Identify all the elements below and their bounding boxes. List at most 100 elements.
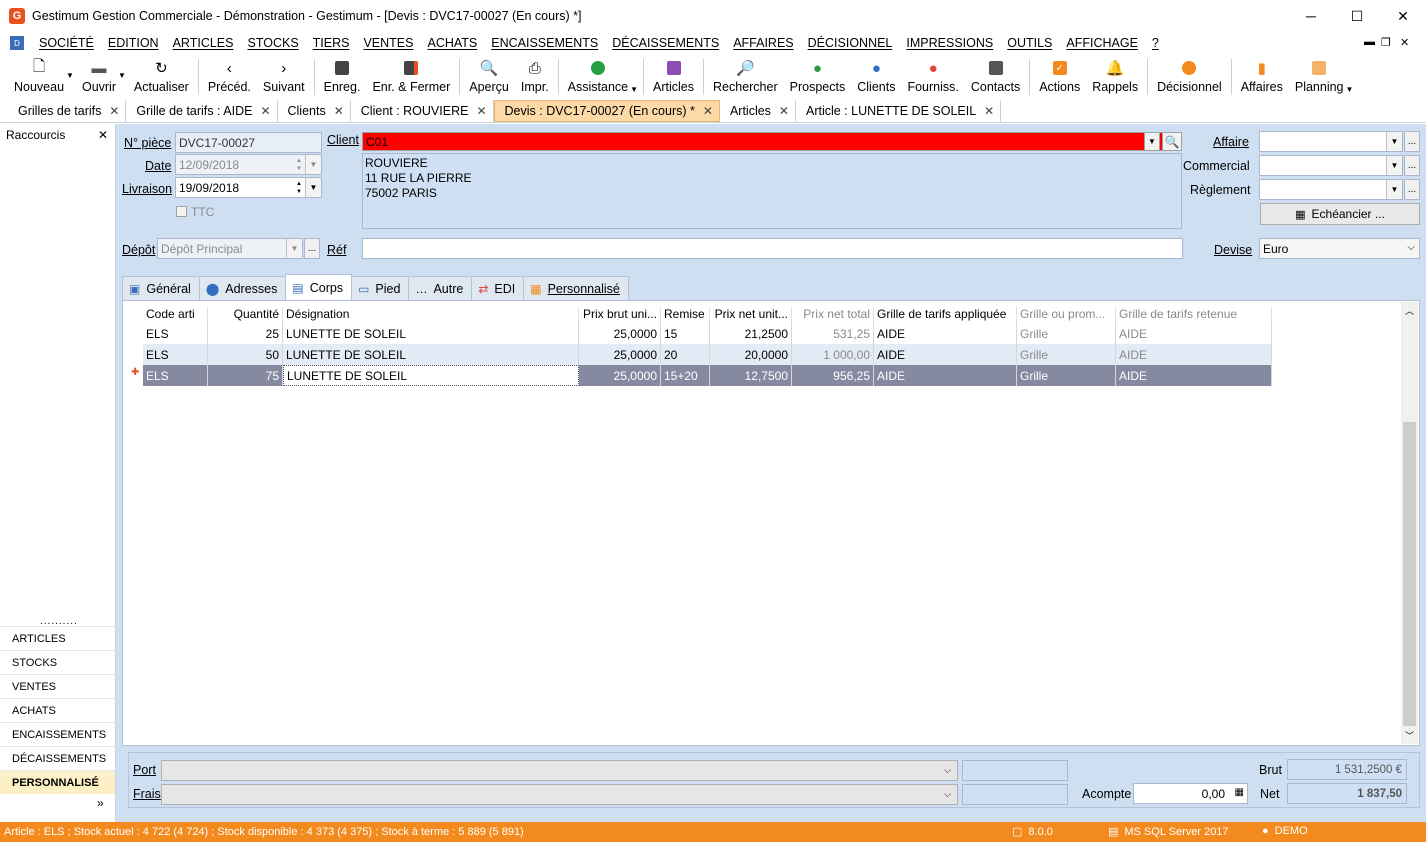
npiece-field[interactable]: DVC17-00027 [175, 132, 322, 153]
depot-field[interactable]: Dépôt Principal ▼ [157, 238, 303, 259]
imprimer-button[interactable]: ⎙ Impr. [515, 55, 555, 99]
col-quantite[interactable]: Quantité [208, 307, 283, 323]
menu-stocks[interactable]: STOCKS [240, 36, 305, 50]
close-icon[interactable]: ✕ [703, 104, 713, 118]
assistance-button[interactable]: Assistance [562, 55, 634, 99]
date-dropdown-icon[interactable]: ▼ [305, 155, 321, 174]
menu-edition[interactable]: EDITION [101, 36, 166, 50]
precedent-button[interactable]: ‹ Précéd. [202, 55, 257, 99]
planning-button[interactable]: Planning [1289, 55, 1350, 99]
ttc-checkbox[interactable] [176, 206, 187, 217]
close-icon[interactable]: ✕ [260, 104, 270, 118]
affaire-ellipsis-button[interactable]: ... [1404, 131, 1420, 152]
rappels-button[interactable]: 🔔 Rappels [1086, 55, 1144, 99]
tab-articles[interactable]: Articles ✕ [720, 99, 796, 122]
affaire-field[interactable]: ▼ [1259, 131, 1403, 152]
nouveau-button[interactable]: 🗋 Nouveau [8, 55, 70, 99]
table-row[interactable]: ELS 50 LUNETTE DE SOLEIL 25,0000 20 20,0… [143, 344, 1272, 365]
col-designation[interactable]: Désignation [283, 307, 579, 323]
grid-vertical-scrollbar[interactable]: ︿ ﹀ [1401, 302, 1418, 744]
scroll-down-icon[interactable]: ﹀ [1405, 729, 1414, 742]
reglement-field[interactable]: ▼ [1259, 179, 1403, 200]
menu-affichage[interactable]: AFFICHAGE [1059, 36, 1145, 50]
tab-article-lunette[interactable]: Article : LUNETTE DE SOLEIL ✕ [796, 99, 1002, 122]
commercial-dropdown-icon[interactable]: ▼ [1386, 156, 1402, 175]
shortcut-stocks[interactable]: STOCKS [0, 650, 115, 674]
client-dropdown-icon[interactable]: ▼ [1144, 132, 1160, 151]
commercial-ellipsis-button[interactable]: ... [1404, 155, 1420, 176]
depot-ellipsis-button[interactable]: ... [304, 238, 320, 259]
commercial-field[interactable]: ▼ [1259, 155, 1403, 176]
client-search-icon[interactable]: 🔍 [1162, 132, 1182, 151]
toolbar-overflow-icon[interactable]: ▼ [1346, 85, 1354, 94]
decisionnel-button[interactable]: Décisionnel [1151, 55, 1228, 99]
menu-societe[interactable]: SOCIÉTÉ [32, 36, 101, 50]
tab-devis[interactable]: Devis : DVC17-00027 (En cours) * ✕ [493, 99, 720, 122]
depot-dropdown-icon[interactable]: ▼ [286, 239, 302, 258]
col-prix-brut[interactable]: Prix brut uni... [579, 307, 661, 323]
maximize-button[interactable]: ☐ [1334, 0, 1380, 32]
nouveau-dropdown-icon[interactable]: ▼ [66, 71, 74, 80]
minimize-button[interactable]: ─ [1288, 0, 1334, 32]
tab-adresses[interactable]: ⬤ Adresses [198, 276, 287, 300]
affaire-dropdown-icon[interactable]: ▼ [1386, 132, 1402, 151]
close-icon[interactable]: ✕ [334, 104, 344, 118]
ref-input[interactable] [362, 238, 1183, 259]
shortcut-achats[interactable]: ACHATS [0, 698, 115, 722]
livraison-dropdown-icon[interactable]: ▼ [305, 178, 321, 197]
scroll-up-icon[interactable]: ︿ [1405, 304, 1414, 317]
shortcut-decaissements[interactable]: DÉCAISSEMENTS [0, 746, 115, 770]
table-row-selected[interactable]: ELS 75 LUNETTE DE SOLEIL 25,0000 15+20 1… [143, 365, 1272, 386]
col-code-article[interactable]: Code arti [143, 307, 208, 323]
close-window-button[interactable]: ✕ [1380, 0, 1426, 32]
articles-button[interactable]: Articles [647, 55, 700, 99]
menu-impressions[interactable]: IMPRESSIONS [899, 36, 1000, 50]
close-icon[interactable]: ✕ [98, 128, 108, 142]
actions-button[interactable]: ✓ Actions [1033, 55, 1086, 99]
calculator-icon[interactable]: ▦ [1235, 787, 1244, 798]
ouvrir-dropdown-icon[interactable]: ▼ [118, 71, 126, 80]
frais-amount[interactable] [962, 784, 1068, 805]
client-address-box[interactable]: ROUVIERE 11 RUE LA PIERRE 75002 PARIS [362, 153, 1182, 229]
date-field[interactable]: 12/09/2018 ▲ ▼ ▼ [175, 154, 322, 175]
close-icon[interactable]: ✕ [476, 104, 486, 118]
menu-decisionnel[interactable]: DÉCISIONNEL [801, 36, 900, 50]
menu-encaissements[interactable]: ENCAISSEMENTS [484, 36, 605, 50]
port-select[interactable]: ⌵ [161, 760, 958, 781]
assistance-dropdown-icon[interactable]: ▼ [630, 85, 638, 94]
close-icon[interactable]: ✕ [984, 104, 994, 118]
clients-button[interactable]: ● Clients [851, 55, 901, 99]
mdi-minimize-button[interactable]: ▬ [1364, 36, 1375, 48]
col-remise[interactable]: Remise [661, 307, 710, 323]
tab-grilles-de-tarifs[interactable]: Grilles de tarifs ✕ [8, 99, 127, 122]
enregistrer-fermer-button[interactable]: Enr. & Fermer [366, 55, 456, 99]
shortcut-personnalise[interactable]: PERSONNALISÉ [0, 770, 115, 794]
fournisseurs-button[interactable]: ● Fourniss. [901, 55, 964, 99]
livraison-spinner[interactable]: ▲ ▼ [293, 178, 305, 197]
close-icon[interactable]: ✕ [109, 104, 119, 118]
contacts-button[interactable]: Contacts [965, 55, 1026, 99]
menu-affaires[interactable]: AFFAIRES [726, 36, 800, 50]
echeancier-button[interactable]: ▦ Echéancier ... [1260, 203, 1420, 225]
table-row[interactable]: ELS 25 LUNETTE DE SOLEIL 25,0000 15 21,2… [143, 323, 1272, 344]
frais-select[interactable]: ⌵ [161, 784, 958, 805]
scroll-thumb[interactable] [1403, 422, 1416, 726]
menu-decaissements[interactable]: DÉCAISSEMENTS [605, 36, 726, 50]
tab-autre[interactable]: … Autre [408, 276, 473, 300]
reglement-ellipsis-button[interactable]: ... [1404, 179, 1420, 200]
col-grille-retenue[interactable]: Grille de tarifs retenue [1116, 307, 1272, 323]
apercu-button[interactable]: 🔍 Aperçu [463, 55, 515, 99]
actualiser-button[interactable]: ↻ Actualiser [128, 55, 195, 99]
devise-select[interactable]: Euro ⌵ [1259, 238, 1420, 259]
tab-pied[interactable]: ▭ Pied [351, 276, 410, 300]
menu-outils[interactable]: OUTILS [1000, 36, 1059, 50]
col-grille-appliquee[interactable]: Grille de tarifs appliquée [874, 307, 1017, 323]
suivant-button[interactable]: › Suivant [257, 55, 311, 99]
tab-corps[interactable]: ▤ Corps [285, 274, 353, 300]
tab-clients[interactable]: Clients ✕ [278, 99, 351, 122]
date-spinner[interactable]: ▲ ▼ [293, 155, 305, 174]
tab-grille-aide[interactable]: Grille de tarifs : AIDE ✕ [126, 99, 278, 122]
menu-help[interactable]: ? [1145, 36, 1166, 50]
designation-cell-editing[interactable]: LUNETTE DE SOLEIL [283, 365, 579, 386]
document-icon[interactable]: D [10, 36, 24, 50]
